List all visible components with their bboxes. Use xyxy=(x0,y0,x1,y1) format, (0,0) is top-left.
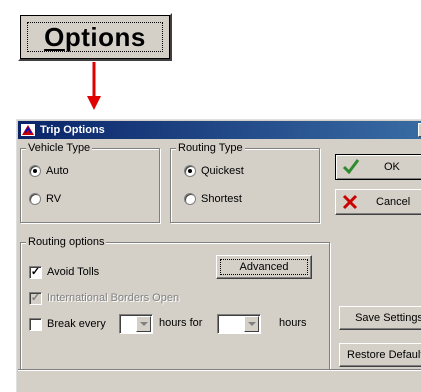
trip-options-dialog: Trip Options Vehicle Type Auto RV Routin… xyxy=(15,118,421,392)
vehicle-rv-radio[interactable]: RV xyxy=(29,192,61,206)
cancel-label: Cancel xyxy=(376,196,411,208)
options-button-label: Options xyxy=(44,21,146,52)
radio-auto[interactable] xyxy=(29,165,41,177)
save-settings-button[interactable]: Save Settings xyxy=(339,306,421,330)
radio-auto-label: Auto xyxy=(46,165,69,177)
international-borders-checkbox-row: ✓ International Borders Open xyxy=(29,291,179,305)
check-icon xyxy=(342,158,360,177)
dialog-bottom-divider xyxy=(18,369,421,370)
radio-shortest-label: Shortest xyxy=(201,193,242,205)
break-duration-dropdown[interactable] xyxy=(217,314,261,334)
avoid-tolls-checkbox[interactable]: ✓ xyxy=(29,265,42,279)
radio-rv-label: RV xyxy=(46,193,62,205)
hours-label: hours xyxy=(279,317,307,329)
international-borders-label: International Borders Open xyxy=(47,292,180,304)
ok-label: OK xyxy=(384,161,400,173)
radio-quickest[interactable] xyxy=(184,165,196,177)
routing-options-legend: Routing options xyxy=(26,236,107,248)
radio-quickest-label: Quickest xyxy=(201,165,244,177)
routing-quickest-radio[interactable]: Quickest xyxy=(184,164,244,178)
routing-type-legend: Routing Type xyxy=(176,142,245,154)
vehicle-type-group: Vehicle Type Auto RV xyxy=(20,142,160,223)
radio-rv[interactable] xyxy=(29,193,41,205)
dropdown-arrow-icon[interactable] xyxy=(244,316,259,332)
avoid-tolls-checkbox-row[interactable]: ✓ Avoid Tolls xyxy=(29,265,99,279)
dialog-title: Trip Options xyxy=(40,124,105,136)
radio-shortest[interactable] xyxy=(184,193,196,205)
vehicle-auto-radio[interactable]: Auto xyxy=(29,164,69,178)
break-every-label: Break every xyxy=(47,318,106,330)
routing-type-group: Routing Type Quickest Shortest xyxy=(170,142,320,223)
advanced-button[interactable]: Advanced xyxy=(216,255,312,279)
arrow-down-icon xyxy=(87,62,101,110)
ok-button[interactable]: OK xyxy=(335,154,421,180)
international-borders-checkbox: ✓ xyxy=(29,291,42,305)
hours-for-label: hours for xyxy=(159,317,203,329)
restore-defaults-button[interactable]: Restore Defaults xyxy=(339,343,421,367)
app-icon xyxy=(20,123,36,137)
vehicle-type-legend: Vehicle Type xyxy=(26,142,93,154)
break-every-checkbox-row[interactable]: Break every xyxy=(29,317,106,331)
title-bar[interactable]: Trip Options xyxy=(18,121,421,139)
advanced-label: Advanced xyxy=(239,261,289,273)
cancel-button[interactable]: Cancel xyxy=(335,189,421,215)
x-icon xyxy=(342,194,358,213)
save-settings-label: Save Settings xyxy=(355,312,421,324)
options-button[interactable]: Options xyxy=(18,13,172,61)
avoid-tolls-label: Avoid Tolls xyxy=(47,266,100,278)
dropdown-arrow-icon[interactable] xyxy=(136,316,151,332)
routing-shortest-radio[interactable]: Shortest xyxy=(184,192,242,206)
restore-defaults-label: Restore Defaults xyxy=(347,349,421,361)
break-every-checkbox[interactable] xyxy=(29,317,42,331)
break-interval-dropdown[interactable] xyxy=(119,314,153,334)
